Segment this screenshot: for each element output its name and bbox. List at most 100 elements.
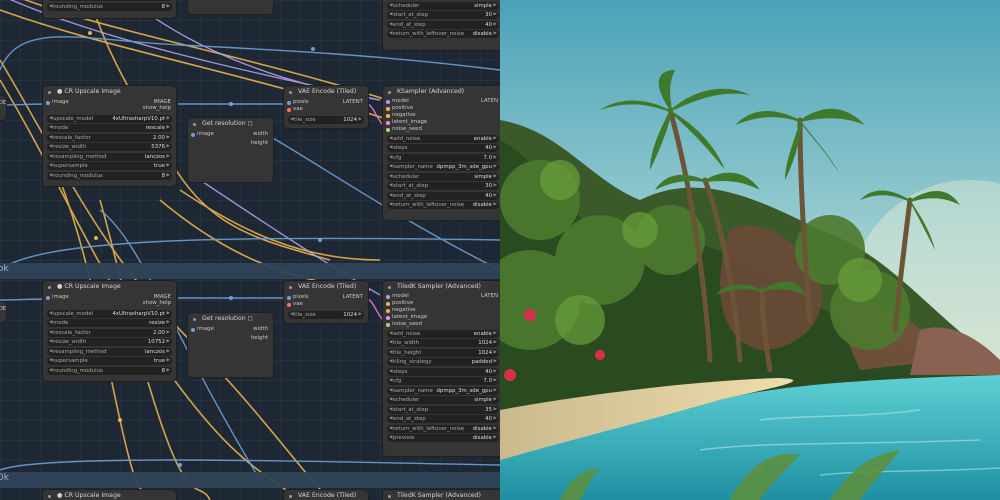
input-socket-icon[interactable]	[386, 301, 390, 306]
increment-arrow-icon[interactable]: ▶	[167, 115, 170, 123]
input-socket-icon[interactable]	[386, 113, 390, 118]
decrement-arrow-icon[interactable]: ◀	[49, 115, 52, 123]
increment-arrow-icon[interactable]: ▶	[167, 357, 170, 365]
widget-return-with-leftover-noise[interactable]: ◀ return_with_leftover_noise disable ▶	[387, 424, 499, 433]
decrement-arrow-icon[interactable]: ◀	[389, 135, 392, 143]
widget-add-noise[interactable]: ◀ add_noise enable ▶	[387, 134, 499, 143]
decrement-arrow-icon[interactable]: ◀	[389, 358, 392, 366]
widget-resize-width[interactable]: ◀ resize_width 5376 ▶	[47, 143, 172, 151]
increment-arrow-icon[interactable]: ▶	[494, 163, 497, 171]
widget-return-leftover-noise[interactable]: ◀ return_with_leftover_noise disable ▶	[387, 30, 499, 38]
get-resolution-node[interactable]: Get resolution ◻ image width height	[188, 313, 273, 377]
widget-preview[interactable]: ◀ preview disable ▶	[387, 434, 499, 442]
decrement-arrow-icon[interactable]: ◀	[389, 201, 392, 209]
increment-arrow-icon[interactable]: ▶	[494, 135, 497, 143]
node-title[interactable]: VAE Encode (Tiled)	[284, 281, 368, 293]
widget-steps[interactable]: ◀ steps 40 ▶	[387, 144, 499, 152]
node-graph-canvas[interactable]: ok 0k DE DE ◀supersampletrue▶ ◀rounding_…	[0, 0, 500, 500]
increment-arrow-icon[interactable]: ▶	[167, 338, 170, 346]
collapse-dot-icon[interactable]	[193, 122, 196, 126]
node-title[interactable]: ● CR Upscale Image	[43, 86, 176, 98]
decrement-arrow-icon[interactable]: ◀	[389, 406, 392, 414]
widget-rounding-modulus[interactable]: ◀ rounding_modulus 8 ▶	[47, 366, 172, 375]
decrement-arrow-icon[interactable]: ◀	[389, 396, 392, 404]
decrement-arrow-icon[interactable]: ◀	[389, 182, 392, 190]
node-title[interactable]: TiledK Sampler (Advanced)	[383, 281, 500, 293]
node-title[interactable]: Get resolution ◻	[188, 118, 273, 130]
node-title[interactable]: KSampler (Advanced)	[383, 86, 500, 98]
decrement-arrow-icon[interactable]: ◀	[49, 143, 52, 151]
decrement-arrow-icon[interactable]: ◀	[389, 415, 392, 423]
get-resolution-node-partial[interactable]	[188, 0, 273, 14]
ksampler-node-partial[interactable]: ◀sampler_namedpmpp_3m_sde_gpu▶ ◀schedule…	[383, 0, 500, 50]
vae-encode-tiled-node[interactable]: VAE Encode (Tiled)	[284, 490, 368, 500]
increment-arrow-icon[interactable]: ▶	[494, 349, 497, 357]
cr-upscale-image-node[interactable]: ● CR Upscale Image image IMAGE show_help …	[43, 86, 176, 186]
increment-arrow-icon[interactable]: ▶	[494, 434, 497, 442]
increment-arrow-icon[interactable]: ▶	[167, 172, 170, 180]
widget-resampling-method[interactable]: ◀ resampling_method lanczos ▶	[47, 347, 172, 356]
widget-supersample[interactable]: ◀supersampletrue▶	[47, 162, 172, 170]
collapse-dot-icon[interactable]	[388, 90, 391, 94]
widget-upscale-model[interactable]: ◀ upscale_model 4xUltrasharpV10.pt ▶	[47, 309, 172, 318]
widget-supersample[interactable]: ◀supersampletrue▶	[47, 0, 172, 1]
input-socket-icon[interactable]	[386, 127, 390, 132]
decrement-arrow-icon[interactable]: ◀	[389, 434, 392, 442]
widget-tile-size[interactable]: ◀ tile_size 1024 ▶	[288, 310, 364, 319]
collapse-dot-icon[interactable]	[289, 494, 292, 498]
widget-tile-size[interactable]: ◀ tile_size 1024 ▶	[288, 115, 364, 124]
input-socket-icon[interactable]	[191, 132, 195, 137]
increment-arrow-icon[interactable]: ▶	[167, 153, 170, 161]
input-socket-icon[interactable]	[191, 327, 195, 332]
increment-arrow-icon[interactable]: ▶	[167, 329, 170, 337]
cr-upscale-image-node[interactable]: ● CR Upscale Image	[43, 490, 176, 500]
vae-encode-tiled-node[interactable]: VAE Encode (Tiled) pixels LATENT vae ◀ til…	[284, 281, 368, 323]
increment-arrow-icon[interactable]: ▶	[494, 182, 497, 190]
vae-encode-tiled-node[interactable]: VAE Encode (Tiled) pixels LATENT vae ◀ til…	[284, 86, 368, 128]
widget-start-at-step[interactable]: ◀ start_at_step 30 ▶	[387, 182, 499, 190]
widget-cfg[interactable]: ◀ cfg 7.0 ▶	[387, 153, 499, 162]
input-socket-icon[interactable]	[386, 308, 390, 313]
node-title[interactable]: VAE Encode (Tiled)	[284, 86, 368, 98]
decrement-arrow-icon[interactable]: ◀	[49, 357, 52, 365]
decrement-arrow-icon[interactable]: ◀	[389, 387, 392, 395]
decrement-arrow-icon[interactable]: ◀	[389, 349, 392, 357]
widget-sampler-name[interactable]: ◀ sampler_name dpmpp_3m_sde_gpu ▶	[387, 386, 499, 395]
increment-arrow-icon[interactable]: ▶	[494, 358, 497, 366]
input-socket-icon[interactable]	[287, 295, 291, 300]
increment-arrow-icon[interactable]: ▶	[167, 134, 170, 142]
collapse-dot-icon[interactable]	[193, 317, 196, 321]
collapse-dot-icon[interactable]	[388, 494, 391, 498]
decrement-arrow-icon[interactable]: ◀	[389, 173, 392, 181]
increment-arrow-icon[interactable]: ▶	[494, 415, 497, 423]
increment-arrow-icon[interactable]: ▶	[494, 377, 497, 385]
increment-arrow-icon[interactable]: ▶	[167, 310, 170, 318]
collapse-dot-icon[interactable]	[388, 285, 391, 289]
decrement-arrow-icon[interactable]: ◀	[49, 162, 52, 170]
offscreen-node[interactable]: DE	[0, 96, 6, 120]
ksampler-advanced-node[interactable]: KSampler (Advanced) model LATEN positive ne…	[383, 86, 500, 220]
increment-arrow-icon[interactable]: ▶	[494, 339, 497, 347]
increment-arrow-icon[interactable]: ▶	[494, 201, 497, 209]
widget-tiling-strategy[interactable]: ◀ tiling_strategy padded ▶	[387, 358, 499, 366]
decrement-arrow-icon[interactable]: ◀	[389, 192, 392, 200]
widget-cfg[interactable]: ◀ cfg 7.0 ▶	[387, 377, 499, 385]
decrement-arrow-icon[interactable]: ◀	[389, 368, 392, 376]
get-resolution-node[interactable]: Get resolution ◻ image width height	[188, 118, 273, 182]
widget-resampling-method[interactable]: ◀ resampling_method lanczos ▶	[47, 152, 172, 161]
increment-arrow-icon[interactable]: ▶	[494, 406, 497, 414]
increment-arrow-icon[interactable]: ▶	[167, 367, 170, 375]
decrement-arrow-icon[interactable]: ◀	[49, 319, 52, 327]
widget-rescale-factor[interactable]: ◀ rescale_factor 2.00 ▶	[47, 133, 172, 142]
widget-tile-width[interactable]: ◀ tile_width 1024 ▶	[387, 339, 499, 347]
decrement-arrow-icon[interactable]: ◀	[49, 348, 52, 356]
input-socket-icon[interactable]	[386, 106, 390, 111]
input-socket-icon[interactable]	[287, 302, 291, 307]
widget-resize-width[interactable]: ◀ resize_width 10752 ▶	[47, 338, 172, 346]
collapse-dot-icon[interactable]	[289, 90, 292, 94]
group-header[interactable]: ok	[0, 263, 500, 279]
widget-rounding-modulus[interactable]: ◀ rounding_modulus 8 ▶	[47, 171, 172, 180]
widget-rounding-modulus[interactable]: ◀ rounding_modulus 8 ▶	[47, 2, 172, 11]
collapse-dot-icon[interactable]	[289, 285, 292, 289]
decrement-arrow-icon[interactable]: ◀	[49, 310, 52, 318]
